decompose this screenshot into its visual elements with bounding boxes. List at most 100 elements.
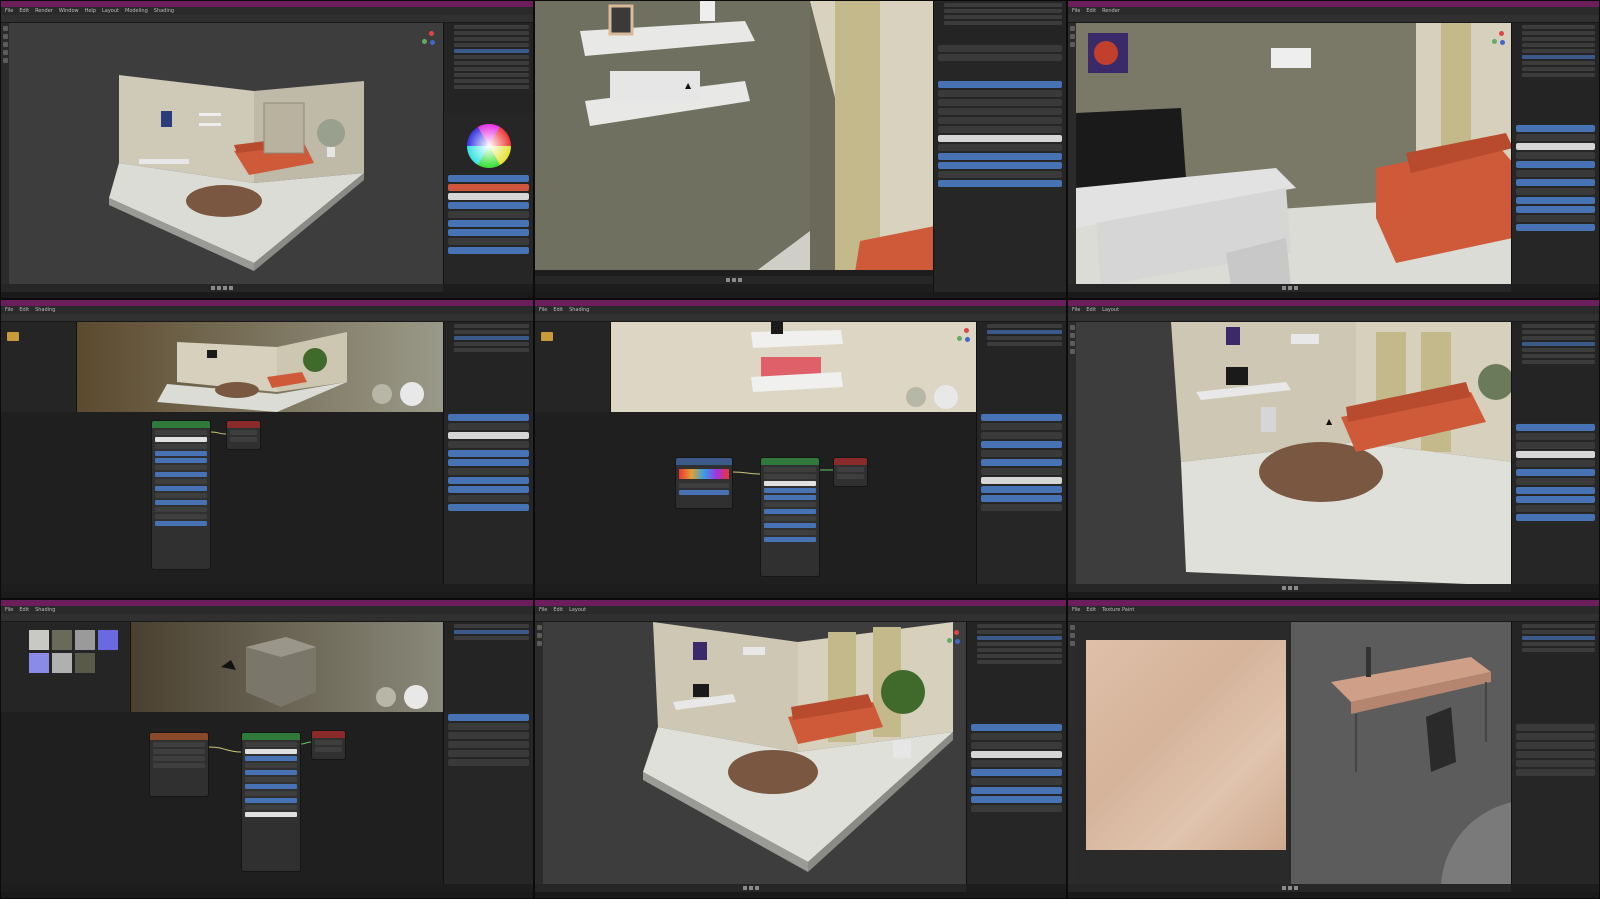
property-field[interactable]: [1516, 514, 1595, 521]
material-preview-viewport[interactable]: [611, 322, 976, 412]
jump-start-icon[interactable]: [742, 886, 747, 890]
outliner-row[interactable]: [454, 31, 529, 35]
file-browser[interactable]: [535, 322, 611, 412]
outliner-row[interactable]: [454, 49, 529, 53]
outliner-row[interactable]: [1522, 55, 1595, 59]
outliner-row[interactable]: [454, 25, 529, 29]
texture-thumbnail[interactable]: [29, 653, 49, 673]
property-field[interactable]: [1516, 505, 1595, 512]
property-field[interactable]: [448, 247, 529, 254]
menu-file[interactable]: File: [1072, 307, 1080, 313]
viewport-header[interactable]: [1, 15, 533, 23]
property-field[interactable]: [448, 486, 529, 493]
outliner-row[interactable]: [977, 654, 1062, 658]
menu-render[interactable]: Render: [35, 8, 53, 14]
outliner-row[interactable]: [454, 37, 529, 41]
property-field[interactable]: [448, 202, 529, 209]
property-field[interactable]: [938, 171, 1062, 178]
image-editor[interactable]: [1076, 622, 1291, 884]
property-field[interactable]: [1516, 179, 1595, 186]
property-field[interactable]: [1516, 742, 1595, 749]
menu-help[interactable]: Help: [85, 8, 96, 14]
property-field[interactable]: [938, 99, 1062, 106]
wood-texture-image[interactable]: [1086, 640, 1286, 850]
outliner-row[interactable]: [987, 330, 1062, 334]
tool-shelf[interactable]: [1068, 322, 1076, 584]
viewport-header[interactable]: [535, 614, 1066, 622]
outliner-row[interactable]: [454, 73, 529, 77]
property-field[interactable]: [448, 459, 529, 466]
play-icon[interactable]: [748, 886, 753, 890]
move-tool-icon[interactable]: [1069, 34, 1075, 39]
property-field[interactable]: [971, 751, 1062, 758]
outliner-row[interactable]: [1522, 43, 1595, 47]
property-field[interactable]: [448, 477, 529, 484]
select-tool-icon[interactable]: [1069, 325, 1075, 330]
property-field[interactable]: [971, 796, 1062, 803]
outliner-row[interactable]: [454, 348, 529, 352]
texture-thumbnail[interactable]: [29, 630, 49, 650]
properties-panel[interactable]: [966, 722, 1066, 884]
property-field[interactable]: [971, 760, 1062, 767]
menu-file[interactable]: File: [1072, 607, 1080, 613]
move-tool-icon[interactable]: [536, 633, 542, 638]
3d-viewport[interactable]: [543, 622, 966, 884]
property-field[interactable]: [971, 742, 1062, 749]
property-field[interactable]: [1516, 125, 1595, 132]
rotate-tool-icon[interactable]: [536, 641, 542, 646]
jump-end-icon[interactable]: [1293, 286, 1298, 290]
z-axis-icon[interactable]: [965, 337, 970, 342]
timeline[interactable]: [1068, 884, 1511, 892]
z-axis-icon[interactable]: [955, 639, 960, 644]
outliner-row[interactable]: [454, 85, 529, 89]
select-tool-icon[interactable]: [536, 625, 542, 630]
3d-viewport[interactable]: ▲: [535, 1, 933, 270]
property-field[interactable]: [448, 432, 529, 439]
property-field[interactable]: [1516, 769, 1595, 776]
x-axis-icon[interactable]: [1499, 31, 1504, 36]
play-icon[interactable]: [1287, 586, 1292, 590]
outliner-row[interactable]: [1522, 624, 1595, 628]
outliner-row[interactable]: [1522, 630, 1595, 634]
property-field[interactable]: [981, 432, 1062, 439]
menu-file[interactable]: File: [539, 607, 547, 613]
property-field[interactable]: [1516, 215, 1595, 222]
tool-shelf[interactable]: [1068, 23, 1076, 284]
property-field[interactable]: [938, 54, 1062, 61]
menu-edit[interactable]: Edit: [19, 307, 29, 313]
property-field[interactable]: [938, 108, 1062, 115]
outliner-row[interactable]: [1522, 348, 1595, 352]
property-field[interactable]: [971, 733, 1062, 740]
timeline[interactable]: [535, 276, 933, 284]
outliner-row[interactable]: [454, 342, 529, 346]
texture-thumbnail[interactable]: [75, 653, 95, 673]
jump-start-icon[interactable]: [1281, 886, 1286, 890]
outliner-row[interactable]: [987, 342, 1062, 346]
workspace-tab-layout[interactable]: Layout: [1102, 307, 1119, 313]
outliner-row[interactable]: [944, 3, 1062, 7]
property-field[interactable]: [1516, 496, 1595, 503]
rotate-tool-icon[interactable]: [2, 50, 8, 55]
material-properties-panel[interactable]: [443, 412, 533, 584]
jump-end-icon[interactable]: [754, 886, 759, 890]
properties-panel[interactable]: [443, 113, 533, 284]
outliner-row[interactable]: [1522, 37, 1595, 41]
outliner-row[interactable]: [454, 43, 529, 47]
property-field[interactable]: [448, 414, 529, 421]
x-axis-icon[interactable]: [429, 31, 434, 36]
outliner-row[interactable]: [944, 15, 1062, 19]
material-preview-viewport[interactable]: [77, 322, 443, 412]
folder-icon[interactable]: [541, 332, 553, 341]
y-axis-icon[interactable]: [1492, 39, 1497, 44]
3d-viewport[interactable]: [1291, 622, 1511, 884]
outliner[interactable]: [443, 622, 533, 712]
shader-node-editor[interactable]: [1, 412, 443, 584]
3d-viewport[interactable]: [9, 23, 443, 284]
editor-header[interactable]: [1068, 614, 1599, 622]
file-browser[interactable]: [1, 322, 77, 412]
3d-viewport[interactable]: ▲: [1076, 322, 1511, 584]
property-field[interactable]: [1516, 170, 1595, 177]
jump-start-icon[interactable]: [1281, 286, 1286, 290]
material-properties-panel[interactable]: [976, 412, 1066, 584]
viewport-header[interactable]: [1068, 15, 1599, 23]
